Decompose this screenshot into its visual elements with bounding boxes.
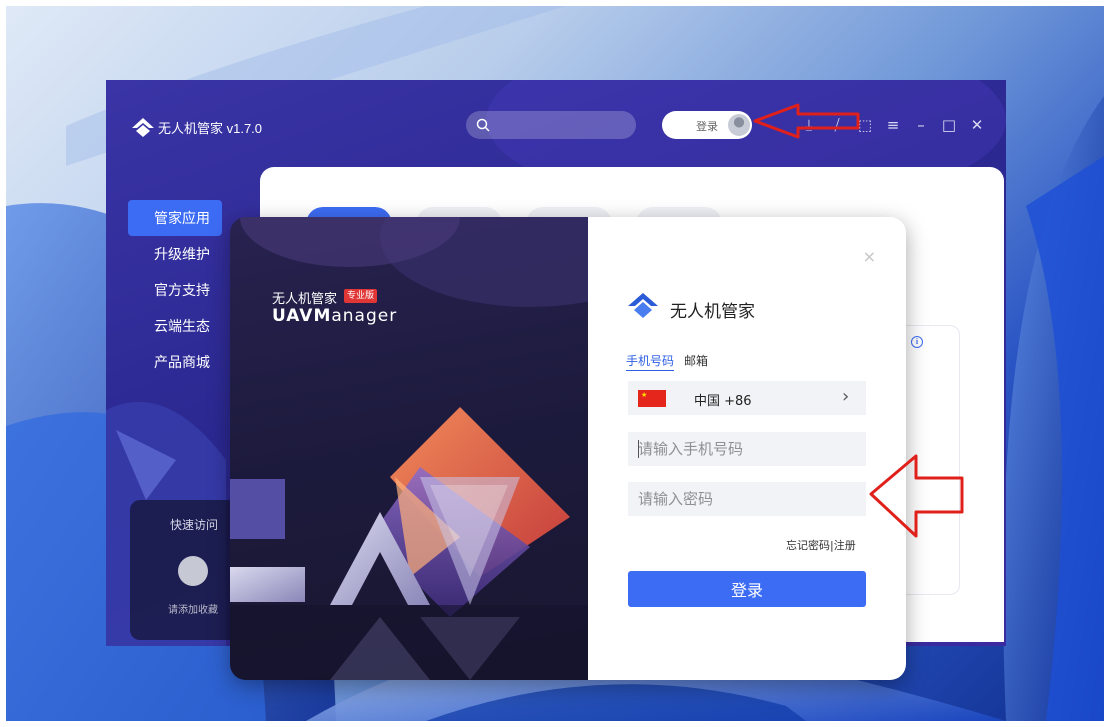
download-icon[interactable]: ⤓: [800, 116, 818, 134]
rss-icon[interactable]: ⧸: [828, 116, 846, 134]
info-icon[interactable]: i: [911, 336, 923, 348]
sidebar-item-apps[interactable]: 管家应用: [128, 200, 222, 236]
add-favorite-button[interactable]: [178, 556, 208, 586]
login-dialog: 无人机管家 专业版 UAVManager × 无人机管家 手机号码 邮箱 ★ 中…: [230, 217, 906, 680]
sidebar-item-support[interactable]: 官方支持: [128, 272, 246, 308]
maximize-icon[interactable]: □: [940, 116, 958, 134]
close-icon[interactable]: ✕: [968, 116, 986, 134]
sidebar-item-cloud[interactable]: 云端生态: [128, 308, 246, 344]
app-logo-icon: [132, 118, 154, 137]
text-caret: [638, 440, 639, 458]
promo-artwork: [230, 217, 588, 680]
sidebar-item-store[interactable]: 产品商城: [128, 344, 246, 380]
app-title: 无人机管家 v1.7.0: [158, 121, 263, 136]
register-link[interactable]: 注册: [834, 539, 856, 552]
top-login-button[interactable]: 登录: [662, 111, 752, 139]
dialog-close-icon[interactable]: ×: [863, 247, 876, 266]
tab-phone[interactable]: 手机号码: [626, 352, 675, 371]
search-box[interactable]: [466, 111, 636, 139]
country-code-label: 中国 +86: [694, 394, 752, 409]
pro-badge: 专业版: [344, 289, 378, 303]
sidebar-nav: 管家应用 升级维护 官方支持 云端生态 产品商城: [128, 200, 246, 380]
brand-en-bold: UAVM: [272, 306, 332, 326]
minimize-icon[interactable]: –: [912, 116, 930, 134]
quick-access-panel: 快速访问 请添加收藏: [130, 500, 238, 640]
login-submit-button[interactable]: 登录: [628, 571, 866, 607]
account-links: 忘记密码|注册: [786, 537, 856, 553]
tab-email[interactable]: 邮箱: [684, 352, 708, 369]
promo-brand-english: UAVManager: [272, 306, 397, 326]
top-login-label: 登录: [696, 120, 718, 133]
phone-input[interactable]: [628, 432, 866, 466]
quick-access-hint: 请添加收藏: [168, 605, 218, 616]
quick-access-title: 快速访问: [170, 518, 219, 532]
search-input[interactable]: [494, 115, 624, 135]
china-flag-icon: ★: [638, 390, 666, 407]
login-promo-panel: 无人机管家 专业版 UAVManager: [230, 217, 588, 680]
country-select[interactable]: ★ 中国 +86 ›: [628, 381, 866, 415]
logo-mark-icon: [628, 293, 658, 318]
avatar[interactable]: [728, 114, 750, 136]
forgot-password-link[interactable]: 忘记密码: [786, 539, 830, 552]
sidebar-item-upgrade[interactable]: 升级维护: [128, 236, 246, 272]
search-icon: [476, 118, 490, 132]
login-form-panel: × 无人机管家 手机号码 邮箱 ★ 中国 +86 › 忘记密码|注册 登录: [588, 217, 906, 680]
promo-brand-name: 无人机管家: [272, 291, 338, 306]
chevron-right-icon: ›: [842, 386, 850, 407]
logo-text: 无人机管家: [670, 302, 755, 321]
brand-en-rest: anager: [331, 306, 398, 326]
password-input[interactable]: [628, 482, 866, 516]
share-icon[interactable]: ⬚: [856, 116, 874, 134]
menu-icon[interactable]: ≡: [884, 116, 902, 134]
